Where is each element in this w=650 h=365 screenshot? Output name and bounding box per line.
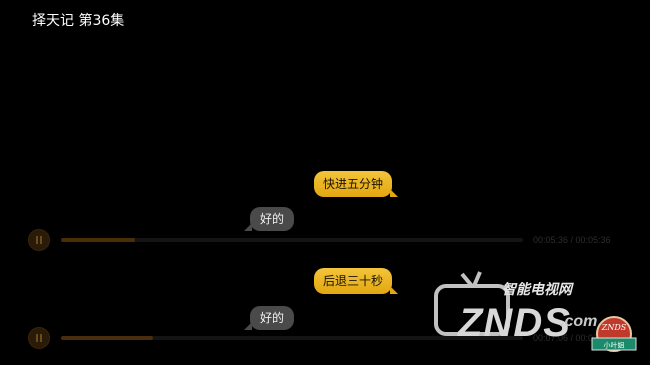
player-progress-row: 00:05:36 / 00:05:36 <box>28 229 650 251</box>
assistant-reply-text: 好的 <box>260 212 285 226</box>
progress-fill <box>61 336 154 340</box>
voice-command-text: 后退三十秒 <box>323 274 384 288</box>
voice-command-bubble: 后退三十秒 <box>314 268 399 294</box>
watermark-domain: .com <box>560 313 597 330</box>
assistant-reply-bubble: 好的 <box>243 207 295 231</box>
badge-brand-text: ZNDS <box>601 323 627 332</box>
pause-button[interactable] <box>28 229 50 251</box>
progress-track[interactable] <box>61 238 523 242</box>
assistant-reply-text: 好的 <box>260 311 285 325</box>
pause-button[interactable] <box>28 327 50 349</box>
watermark-site-name: 智能电视网 <box>502 281 574 298</box>
znds-badge: ZNDS 小叶姐 <box>591 316 637 352</box>
video-title: 择天记 第36集 <box>32 13 125 29</box>
voice-command-bubble: 快进五分钟 <box>314 171 399 197</box>
progress-fill <box>61 238 135 242</box>
watermark-brand: ZNDS <box>457 301 571 345</box>
znds-watermark: 智能电视网 ZNDS .com ZNDS 小叶姐 <box>434 271 637 352</box>
playback-time: 00:05:36 / 00:05:36 <box>533 235 611 245</box>
badge-name-text: 小叶姐 <box>604 341 625 350</box>
voice-command-text: 快进五分钟 <box>323 177 384 191</box>
